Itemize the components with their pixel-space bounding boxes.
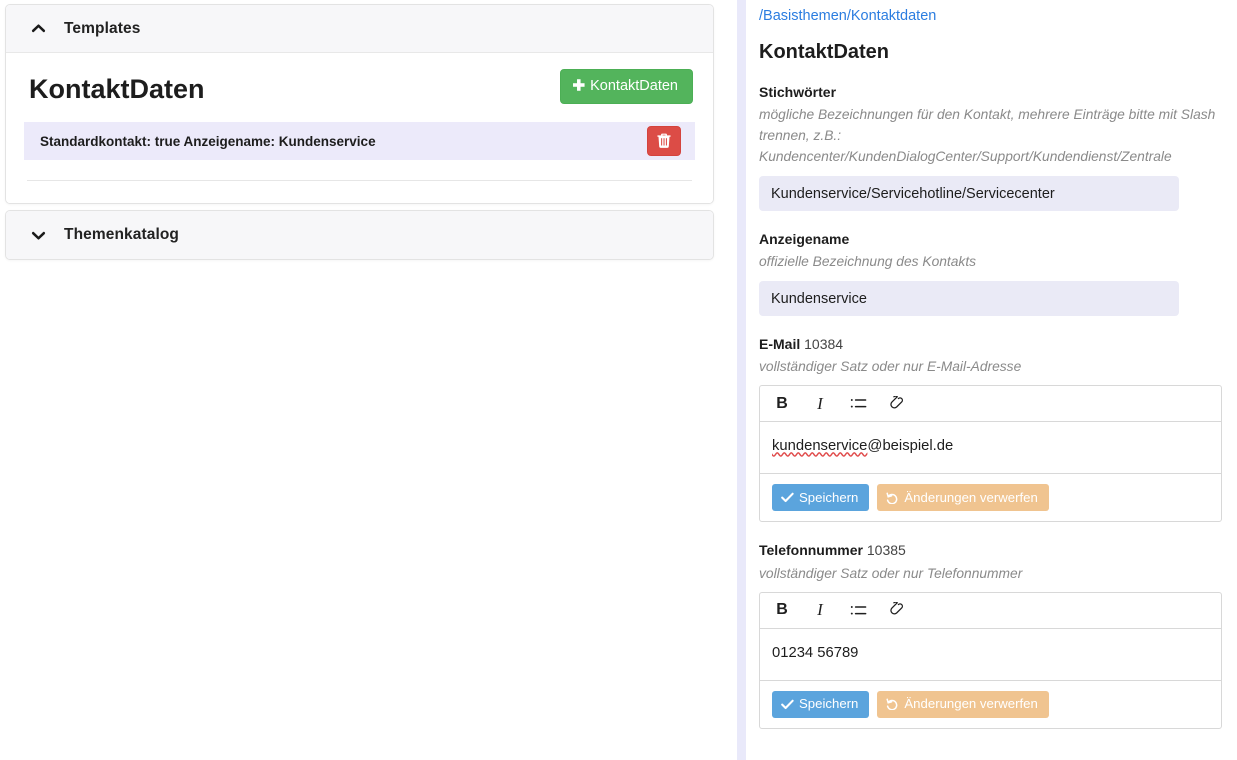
add-button-label: KontaktDaten <box>590 78 678 95</box>
field-label-text: E-Mail <box>759 336 801 353</box>
list-icon[interactable] <box>848 599 868 621</box>
save-button-label: Speichern <box>799 696 859 712</box>
panel-divider-rail <box>737 0 746 760</box>
anzeigename-input[interactable]: Kundenservice <box>759 281 1179 317</box>
accordion-themenkatalog: Themenkatalog <box>5 210 714 261</box>
list-icon[interactable] <box>848 393 868 415</box>
accordion-templates: Templates KontaktDaten ✚ KontaktDaten St… <box>5 4 714 205</box>
breadcrumb[interactable]: /Basisthemen/Kontaktdaten <box>759 8 936 24</box>
check-icon <box>781 492 794 503</box>
field-id: 10385 <box>866 542 906 559</box>
field-label: Telefonnummer 10385 <box>759 541 1237 559</box>
field-telefonnummer: Telefonnummer 10385 vollständiger Satz o… <box>759 541 1237 729</box>
check-icon <box>781 699 794 710</box>
field-label: E-Mail 10384 <box>759 335 1237 353</box>
field-label-text: Telefonnummer <box>759 542 863 559</box>
accordion-header-themenkatalog[interactable]: Themenkatalog <box>6 211 713 260</box>
editor-toolbar: B I <box>760 593 1221 629</box>
field-hint: offizielle Bezeichnung des Kontakts <box>759 254 977 270</box>
stichwoerter-input[interactable]: Kundenservice/Servicehotline/Servicecent… <box>759 176 1179 212</box>
field-email: E-Mail 10384 vollständiger Satz oder nur… <box>759 335 1237 523</box>
field-label: Anzeigename <box>759 231 850 248</box>
templates-panel: Templates KontaktDaten ✚ KontaktDaten St… <box>5 4 714 261</box>
italic-icon[interactable]: I <box>810 599 830 621</box>
email-editor: B I kundenservice@beispiel.de Speichern … <box>759 385 1222 523</box>
field-stichwoerter: Stichwörter mögliche Bezeichnungen für d… <box>759 83 1237 212</box>
detail-title: KontaktDaten <box>759 41 890 63</box>
email-domain-part: @beispiel.de <box>867 438 954 455</box>
save-button[interactable]: Speichern <box>772 484 870 512</box>
discard-button-label: Änderungen verwerfen <box>904 696 1038 712</box>
field-hint: vollständiger Satz oder nur E-Mail-Adres… <box>759 359 1022 375</box>
add-kontaktdaten-button[interactable]: ✚ KontaktDaten <box>559 69 693 104</box>
telefon-editor-content[interactable]: 01234 56789 <box>760 629 1221 681</box>
save-button[interactable]: Speichern <box>772 690 870 718</box>
trash-icon <box>657 133 671 149</box>
chevron-up-icon <box>28 19 48 39</box>
email-local-part: kundenservice <box>772 438 868 455</box>
templates-body: KontaktDaten ✚ KontaktDaten Standardkont… <box>6 53 713 204</box>
discard-button-label: Änderungen verwerfen <box>904 490 1038 506</box>
delete-kontakt-button[interactable] <box>647 126 681 157</box>
email-editor-footer: Speichern Änderungen verwerfen <box>760 474 1221 521</box>
detail-panel: /Basisthemen/Kontaktdaten KontaktDaten S… <box>759 0 1237 760</box>
bold-icon[interactable]: B <box>772 599 792 621</box>
page-title: KontaktDaten <box>29 74 205 104</box>
chevron-down-icon <box>28 225 48 245</box>
field-hint: mögliche Bezeichnungen für den Kontakt, … <box>759 107 1216 165</box>
link-icon[interactable] <box>886 393 906 415</box>
save-button-label: Speichern <box>799 490 859 506</box>
field-id: 10384 <box>804 336 844 353</box>
section-divider <box>27 180 692 182</box>
bold-icon[interactable]: B <box>772 393 792 415</box>
field-anzeigename: Anzeigename offizielle Bezeichnung des K… <box>759 230 1237 317</box>
templates-head-row: KontaktDaten ✚ KontaktDaten <box>24 69 695 105</box>
list-item-label: Standardkontakt: true Anzeigename: Kunde… <box>40 133 376 149</box>
list-item[interactable]: Standardkontakt: true Anzeigename: Kunde… <box>24 122 695 161</box>
telefon-editor-footer: Speichern Änderungen verwerfen <box>760 681 1221 728</box>
field-hint: vollständiger Satz oder nur Telefonnumme… <box>759 565 1023 581</box>
accordion-header-templates[interactable]: Templates <box>6 5 713 53</box>
discard-button[interactable]: Änderungen verwerfen <box>877 690 1049 718</box>
email-editor-content[interactable]: kundenservice@beispiel.de <box>760 422 1221 475</box>
field-label: Stichwörter <box>759 84 837 100</box>
accordion-label-themenkatalog: Themenkatalog <box>64 226 179 244</box>
italic-icon[interactable]: I <box>810 393 830 415</box>
telefon-editor: B I 01234 56789 Speichern Änderungen ver… <box>759 591 1222 729</box>
undo-icon <box>886 492 899 504</box>
link-icon[interactable] <box>886 599 906 621</box>
undo-icon <box>886 698 899 711</box>
accordion-label-templates: Templates <box>64 19 141 37</box>
editor-toolbar: B I <box>760 386 1221 423</box>
plus-icon: ✚ <box>572 77 586 95</box>
discard-button[interactable]: Änderungen verwerfen <box>877 484 1049 512</box>
